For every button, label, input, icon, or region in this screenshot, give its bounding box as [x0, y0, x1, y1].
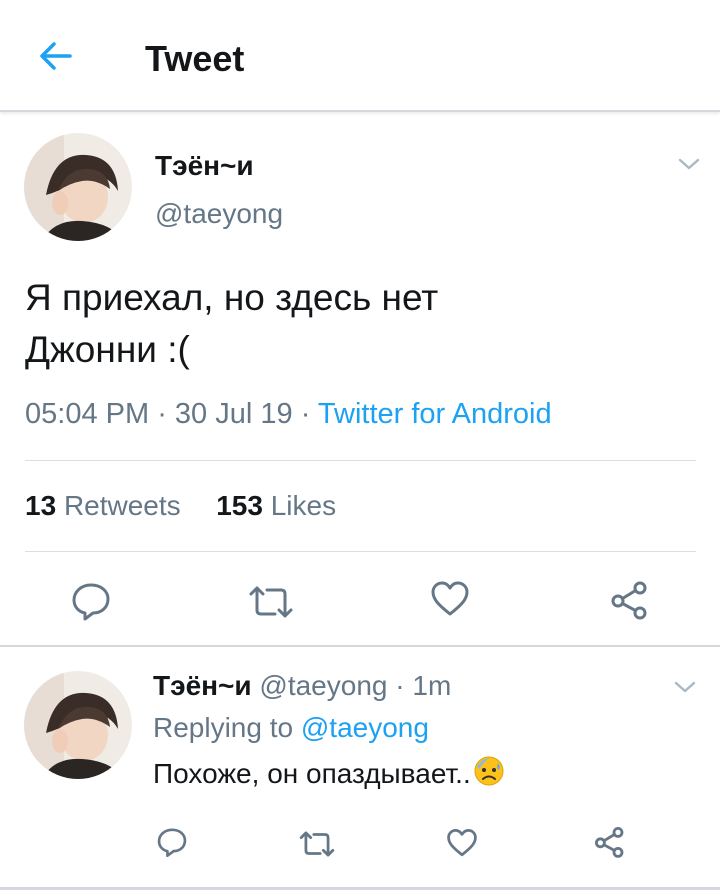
handle[interactable]: @taeyong	[155, 198, 283, 230]
reply-display-name[interactable]: Тэён~и	[153, 670, 252, 701]
tweet-text-line-2: Джонни :(	[25, 329, 190, 370]
reply-icon	[72, 583, 110, 621]
chevron-down-icon[interactable]	[677, 157, 701, 171]
tweet-meta: 05:04 PM · 30 Jul 19 · Twitter for Andro…	[25, 398, 552, 431]
reply-button[interactable]	[70, 580, 112, 622]
tweet-date: 30 Jul 19	[174, 398, 293, 430]
share-icon	[611, 581, 647, 620]
arrow-left-icon	[40, 42, 72, 70]
reply-header: Тэён~и @taeyong · 1m	[153, 670, 451, 702]
like-button[interactable]	[446, 828, 478, 858]
reply-separator: ·	[395, 670, 405, 701]
sad-sweat-face-emoji	[473, 755, 505, 794]
reply-text: Похоже, он опаздывает..	[153, 755, 505, 794]
retweets-count: 13	[25, 490, 57, 521]
avatar[interactable]	[24, 133, 132, 241]
page-title: Tweet	[145, 38, 245, 79]
replying-to: Replying to @taeyong	[153, 712, 429, 744]
like-button[interactable]	[430, 580, 470, 618]
display-name[interactable]: Тэён~и	[155, 150, 254, 182]
share-button[interactable]	[594, 826, 626, 858]
heart-icon	[447, 828, 477, 857]
heart-icon	[431, 581, 469, 616]
retweet-icon	[299, 831, 335, 857]
section-divider	[0, 645, 720, 647]
retweet-button[interactable]	[247, 582, 295, 622]
reply-handle[interactable]: @taeyong	[259, 670, 387, 701]
tweet-stats: 13 Retweets 153 Likes	[25, 490, 336, 522]
likes-label: Likes	[270, 490, 337, 521]
share-icon	[595, 827, 624, 858]
share-button[interactable]	[610, 580, 650, 620]
tweet-text-line-1: Я приехал, но здесь нет	[25, 277, 439, 318]
likes-count: 153	[216, 490, 263, 521]
reply-icon	[157, 828, 187, 858]
chevron-down-icon[interactable]	[673, 680, 697, 694]
meta-separator: ·	[300, 398, 318, 430]
replying-prefix: Replying to	[153, 712, 294, 743]
reply-age: 1m	[412, 670, 452, 701]
divider	[25, 460, 696, 461]
reply-text-body: Похоже, он опаздывает..	[153, 758, 471, 789]
tweet-source-link[interactable]: Twitter for Android	[318, 398, 552, 430]
retweet-button[interactable]	[298, 828, 336, 860]
meta-separator: ·	[157, 398, 175, 430]
replying-to-link[interactable]: @taeyong	[301, 712, 429, 743]
retweets-stat[interactable]: 13 Retweets	[25, 490, 181, 521]
retweet-icon	[249, 586, 293, 618]
reply-button[interactable]	[156, 826, 188, 858]
back-button[interactable]	[36, 36, 76, 76]
retweets-label: Retweets	[63, 490, 181, 521]
divider	[25, 551, 696, 552]
tweet-text: Я приехал, но здесь нет Джонни :(	[25, 272, 685, 376]
top-bar: Tweet	[0, 0, 720, 112]
likes-stat[interactable]: 153 Likes	[216, 490, 336, 521]
tweet-time: 05:04 PM	[25, 398, 150, 430]
reply-avatar[interactable]	[24, 671, 132, 779]
